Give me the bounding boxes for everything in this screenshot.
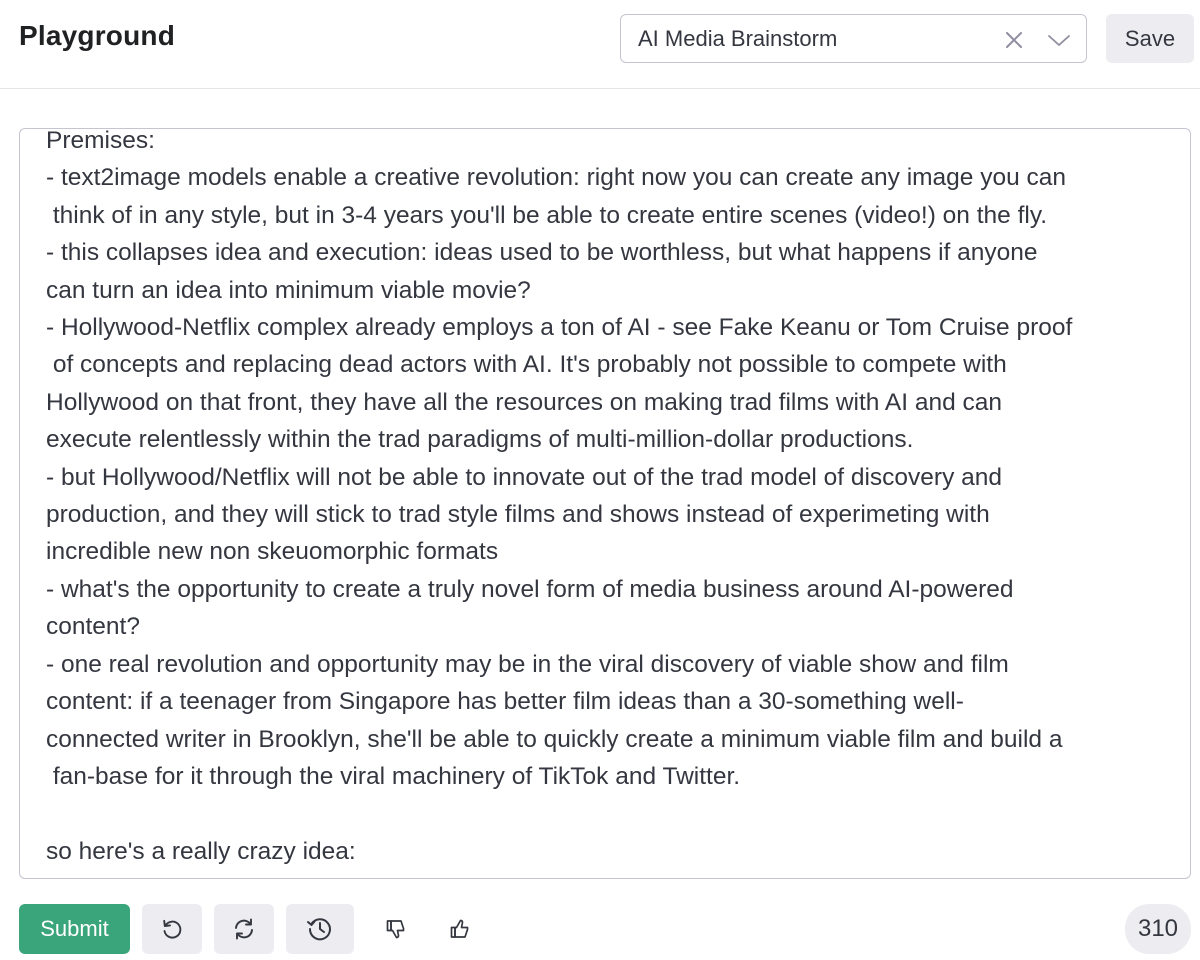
thumbs-down-button[interactable]	[370, 904, 422, 954]
prompt-editor[interactable]: Premises: - text2image models enable a c…	[19, 128, 1191, 879]
chevron-down-icon[interactable]	[1046, 27, 1072, 53]
history-button[interactable]	[286, 904, 354, 954]
submit-button[interactable]: Submit	[19, 904, 130, 954]
x-icon[interactable]	[1001, 27, 1027, 53]
prompt-text[interactable]: Premises: - text2image models enable a c…	[46, 129, 1156, 870]
thumbs-down-icon	[384, 917, 408, 941]
thumbs-up-icon	[448, 917, 472, 941]
page-title: Playground	[19, 20, 176, 51]
header-bar: Playground AI Media Brainstorm Save	[0, 0, 1200, 89]
token-count-badge: 310	[1125, 904, 1191, 954]
regenerate-button[interactable]	[214, 904, 274, 954]
preset-select-value: AI Media Brainstorm	[638, 26, 838, 51]
thumbs-up-button[interactable]	[434, 904, 486, 954]
history-icon	[305, 914, 335, 944]
undo-button[interactable]	[142, 904, 202, 954]
regenerate-icon	[231, 916, 257, 942]
preset-select[interactable]: AI Media Brainstorm	[620, 14, 1087, 63]
save-button[interactable]: Save	[1106, 14, 1194, 63]
undo-icon	[159, 916, 185, 942]
